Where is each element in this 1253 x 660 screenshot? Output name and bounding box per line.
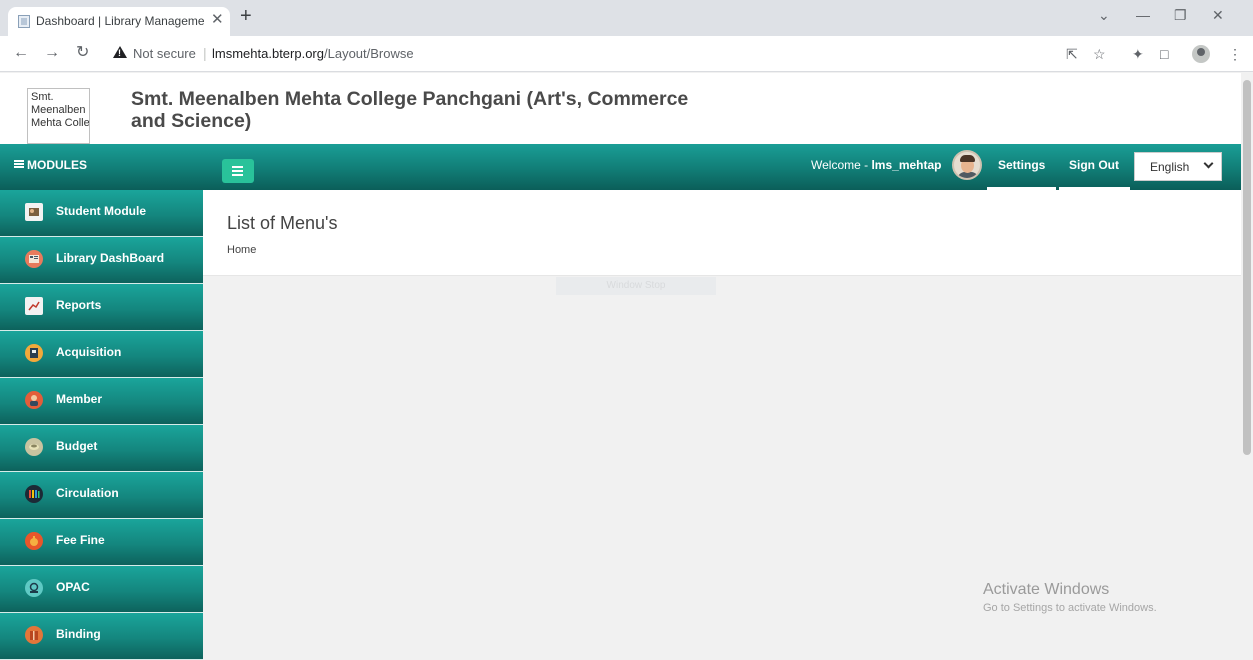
sidebar-item-label: Circulation	[56, 486, 119, 500]
tab-close-icon[interactable]: ✕	[211, 12, 224, 27]
sidebar: Student Module Library DashBoard Reports…	[0, 190, 203, 660]
star-icon[interactable]: ☆	[1093, 46, 1106, 62]
sidebar-item-label: OPAC	[56, 580, 90, 594]
sidebar-toggle-button[interactable]	[222, 159, 254, 183]
college-logo: Smt. Meenalben Mehta Colle	[27, 88, 90, 144]
welcome-prefix: Welcome -	[811, 158, 872, 172]
sidebar-item-reports[interactable]: Reports	[0, 284, 203, 331]
profile-icon[interactable]	[1192, 45, 1210, 63]
sidebar-item-binding[interactable]: Binding	[0, 613, 203, 660]
window-close-icon[interactable]: ✕	[1212, 8, 1224, 22]
sidebar-item-budget[interactable]: Budget	[0, 425, 203, 472]
reload-icon[interactable]: ↻	[76, 44, 89, 62]
address-bar: ← → ↻ Not secure | lmsmehta.bterp.org/La…	[0, 36, 1253, 72]
menu-icon[interactable]: ⋮	[1228, 46, 1242, 62]
dashboard-icon	[25, 250, 43, 268]
sidebar-item-circulation[interactable]: Circulation	[0, 472, 203, 519]
scrollbar-thumb[interactable]	[1243, 80, 1251, 455]
faint-overlay-text: Window Stop	[556, 277, 716, 295]
sidebar-item-label: Student Module	[56, 204, 146, 218]
activate-windows-title: Activate Windows	[983, 581, 1110, 598]
sidebar-item-label: Library DashBoard	[56, 251, 165, 265]
browser-tab[interactable]: Dashboard | Library Management ✕	[8, 7, 230, 36]
sidebar-item-label: Budget	[56, 439, 98, 453]
sidebar-item-member[interactable]: Member	[0, 378, 203, 425]
student-icon	[25, 203, 43, 221]
budget-icon	[25, 438, 43, 456]
sidebar-item-opac[interactable]: OPAC	[0, 566, 203, 613]
circulation-icon	[25, 485, 43, 503]
member-icon	[25, 391, 43, 409]
minimize-icon[interactable]: —	[1136, 8, 1150, 22]
tab-title: Dashboard | Library Management	[36, 14, 204, 28]
modules-title: MODULES	[27, 158, 87, 172]
sidebar-item-label: Fee Fine	[56, 533, 105, 547]
url-host: lmsmehta.bterp.org	[212, 46, 324, 61]
back-icon[interactable]: ←	[13, 44, 29, 62]
binding-icon	[25, 626, 43, 644]
sidebar-item-label: Member	[56, 392, 103, 406]
sidepanel-icon[interactable]: □	[1160, 46, 1168, 62]
not-secure-label[interactable]: Not secure	[133, 46, 196, 61]
forward-icon[interactable]: →	[44, 44, 60, 62]
language-value: English	[1150, 160, 1190, 174]
breadcrumb[interactable]: Home	[227, 244, 256, 256]
sign-out-link[interactable]: Sign Out	[1069, 158, 1119, 172]
url-separator: |	[203, 45, 207, 61]
url-path: /Layout/Browse	[324, 46, 414, 61]
list-icon	[14, 160, 24, 168]
page-header	[203, 190, 1241, 276]
url-field[interactable]: lmsmehta.bterp.org/Layout/Browse	[212, 46, 414, 61]
college-name: Smt. Meenalben Mehta College Panchgani (…	[131, 88, 689, 132]
reports-icon	[25, 297, 43, 315]
welcome-text: Welcome - lms_mehtap	[811, 158, 942, 172]
activate-windows-subtitle: Go to Settings to activate Windows.	[983, 602, 1157, 614]
tab-search-icon[interactable]: ⌄	[1098, 8, 1110, 22]
opac-icon	[25, 579, 43, 597]
sidebar-item-label: Reports	[56, 298, 102, 312]
page-title: List of Menu's	[227, 213, 338, 233]
share-icon[interactable]: ⇱	[1066, 46, 1078, 62]
top-navbar	[0, 144, 1241, 190]
sidebar-item-student-module[interactable]: Student Module	[0, 190, 203, 237]
sidebar-item-acquisition[interactable]: Acquisition	[0, 331, 203, 378]
acquisition-icon	[25, 344, 43, 362]
warning-icon[interactable]	[113, 46, 127, 58]
sidebar-item-label: Binding	[56, 627, 101, 641]
settings-link[interactable]: Settings	[998, 158, 1045, 172]
sidebar-item-label: Acquisition	[56, 345, 122, 359]
browser-tab-strip: Dashboard | Library Management ✕ + ⌄ — ❐…	[0, 0, 1253, 36]
page-favicon-icon	[18, 15, 30, 28]
fee-fine-icon	[25, 532, 43, 550]
restore-icon[interactable]: ❐	[1174, 8, 1187, 22]
sidebar-item-library-dashboard[interactable]: Library DashBoard	[0, 237, 203, 284]
chevron-down-icon	[1203, 158, 1214, 169]
logo-alt-text: Smt. Meenalben Mehta Colle	[31, 91, 90, 129]
avatar[interactable]	[952, 150, 982, 180]
language-select[interactable]: English	[1134, 152, 1222, 181]
username: lms_mehtap	[871, 158, 942, 172]
new-tab-icon[interactable]: +	[240, 6, 252, 26]
sidebar-item-fee-fine[interactable]: Fee Fine	[0, 519, 203, 566]
extensions-icon[interactable]: ✦	[1132, 46, 1144, 62]
